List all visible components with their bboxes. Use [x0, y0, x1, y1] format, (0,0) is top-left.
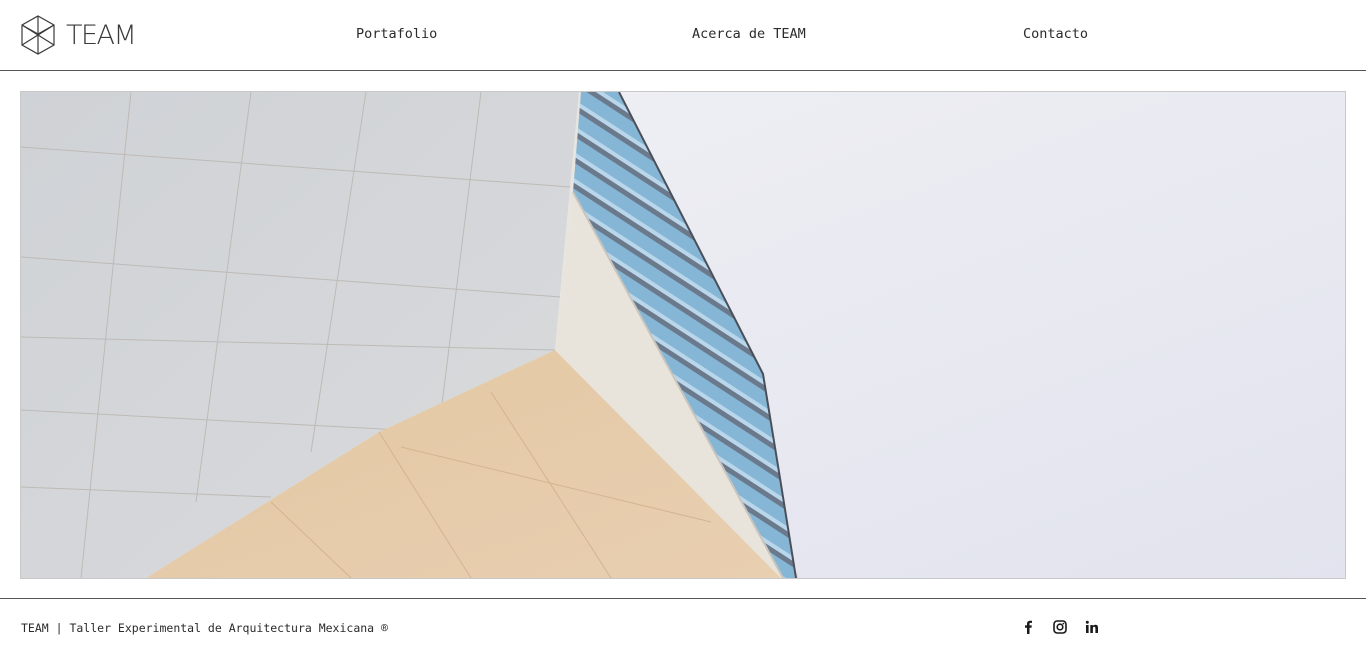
site-footer: TEAM | Taller Experimental de Arquitectu…: [0, 598, 1366, 655]
instagram-icon[interactable]: [1052, 619, 1068, 635]
cube-logo-icon: [20, 15, 56, 55]
linkedin-icon[interactable]: [1084, 619, 1100, 635]
nav-acerca[interactable]: Acerca de TEAM: [692, 26, 806, 42]
logo-link[interactable]: TEAM: [20, 15, 137, 55]
nav-contacto[interactable]: Contacto: [1023, 26, 1088, 42]
hero-image: [20, 91, 1346, 579]
footer-copyright: TEAM | Taller Experimental de Arquitectu…: [21, 621, 388, 635]
facebook-icon[interactable]: [1020, 619, 1036, 635]
nav-portafolio[interactable]: Portafolio: [356, 26, 437, 42]
site-header: TEAM Portafolio Acerca de TEAM Contacto: [0, 0, 1366, 71]
logo-wordmark: TEAM: [66, 19, 137, 51]
